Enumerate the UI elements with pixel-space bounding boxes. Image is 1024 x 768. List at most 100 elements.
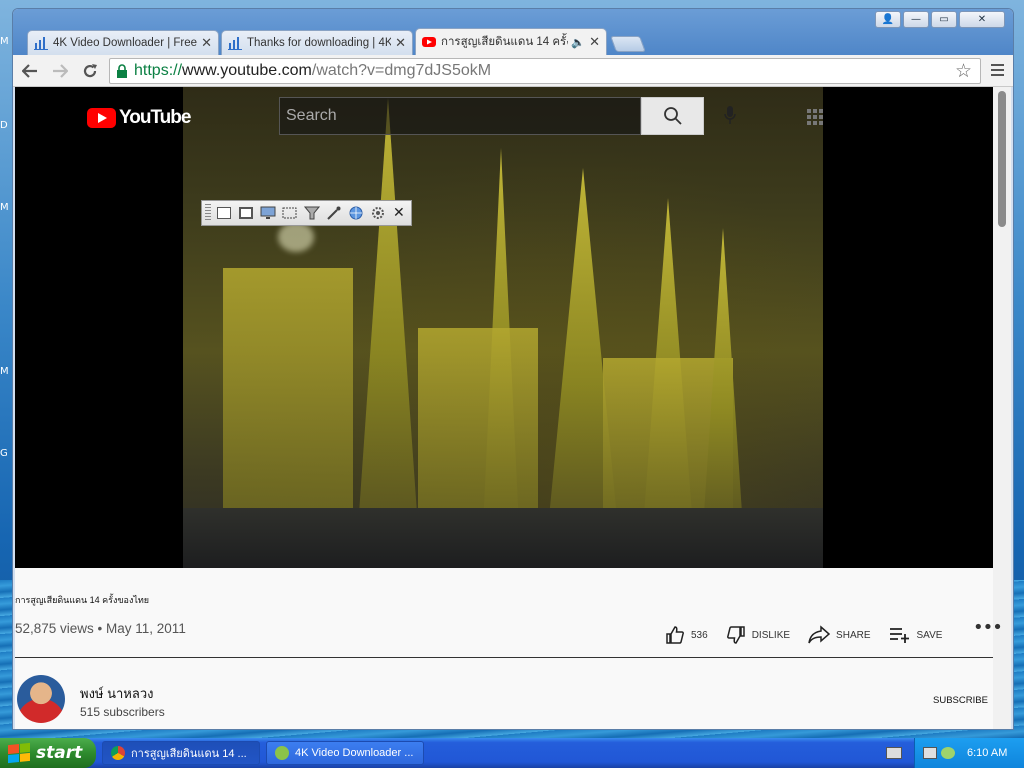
search-input[interactable]: Search xyxy=(279,97,641,135)
window-controls: 👤 — ▭ ✕ xyxy=(875,11,1005,28)
region-capture-icon[interactable] xyxy=(281,205,299,221)
subscriber-count: 515 subscribers xyxy=(80,705,165,719)
share-arrow-icon xyxy=(808,625,831,644)
back-arrow-icon[interactable] xyxy=(17,58,43,84)
start-button[interactable]: start xyxy=(0,738,96,768)
tab-youtube-video[interactable]: การสูญเสียดินแดน 14 ครั้งของไทย 🔈 ✕ xyxy=(415,28,607,55)
video-stupa xyxy=(223,268,353,528)
thumbs-down-icon xyxy=(726,626,745,644)
frame-capture-icon[interactable] xyxy=(237,205,255,221)
start-label: start xyxy=(36,743,83,763)
web-capture-icon[interactable] xyxy=(347,205,365,221)
chart-favicon-icon xyxy=(228,37,242,50)
save-label: SAVE xyxy=(916,629,943,641)
clock[interactable]: 6:10 AM xyxy=(967,747,1007,759)
like-button[interactable]: 536 xyxy=(665,625,708,645)
video-stupa xyxy=(418,328,538,528)
channel-name[interactable]: พงษ์ นาหลวง xyxy=(80,683,153,704)
desktop-edge-letter: D xyxy=(0,120,8,131)
chart-favicon-icon xyxy=(34,37,48,50)
taskbar-button-4k-downloader[interactable]: 4K Video Downloader ... xyxy=(266,741,424,765)
screen-capture-icon[interactable] xyxy=(259,205,277,221)
chrome-icon xyxy=(111,746,125,760)
tab-close-icon[interactable]: ✕ xyxy=(201,36,212,51)
share-label: SHARE xyxy=(836,629,871,641)
minimize-button[interactable]: — xyxy=(903,11,929,28)
filter-icon[interactable] xyxy=(303,205,321,221)
video-player[interactable]: YouTube Search ✕ xyxy=(15,87,993,568)
tab-title: 4K Video Downloader | Free Video xyxy=(53,37,198,49)
video-ground xyxy=(183,508,823,568)
video-actions: 536 DISLIKE SHARE SAVE xyxy=(665,625,960,645)
close-icon[interactable]: ✕ xyxy=(393,205,405,221)
youtube-logo[interactable]: YouTube xyxy=(87,107,191,129)
title-bar[interactable]: 👤 — ▭ ✕ 4K Video Downloader | Free Video… xyxy=(13,9,1013,55)
bookmark-star-icon[interactable]: ☆ xyxy=(955,60,972,83)
scrollbar-thumb[interactable] xyxy=(998,91,1006,227)
new-tab-button[interactable] xyxy=(610,36,646,52)
video-spire xyxy=(358,98,418,528)
window-capture-icon[interactable] xyxy=(215,205,233,221)
audio-playing-icon[interactable]: 🔈 xyxy=(571,36,585,49)
subscribe-button[interactable]: SUBSCRIBE xyxy=(933,695,988,706)
taskbar-button-label: 4K Video Downloader ... xyxy=(295,747,414,759)
camera-tray-icon[interactable] xyxy=(923,747,937,759)
close-window-button[interactable]: ✕ xyxy=(959,11,1005,28)
address-bar[interactable]: https://www.youtube.com/watch?v=dmg7dJS5… xyxy=(109,58,981,84)
taskbar-button-chrome[interactable]: การสูญเสียดินแดน 14 ... xyxy=(102,741,260,765)
search-button[interactable] xyxy=(641,97,704,135)
reload-icon[interactable] xyxy=(77,58,103,84)
tab-thanks-downloading[interactable]: Thanks for downloading | 4K Video ✕ xyxy=(221,30,413,55)
profile-button[interactable]: 👤 xyxy=(875,11,901,28)
tab-close-icon[interactable]: ✕ xyxy=(589,35,600,50)
url-scheme: https:// xyxy=(134,62,183,79)
keyboard-icon[interactable] xyxy=(886,747,902,759)
tab-title: การสูญเสียดินแดน 14 ครั้งของไทย xyxy=(441,36,568,48)
video-moon xyxy=(278,222,314,252)
chrome-window: 👤 — ▭ ✕ 4K Video Downloader | Free Video… xyxy=(12,8,1014,730)
forward-arrow-icon[interactable] xyxy=(47,58,73,84)
desktop-edge-letter: M xyxy=(0,366,9,377)
windows-flag-icon xyxy=(8,742,30,764)
youtube-logo-text: YouTube xyxy=(119,107,191,128)
tab-strip: 4K Video Downloader | Free Video ✕ Thank… xyxy=(27,28,646,55)
tab-close-icon[interactable]: ✕ xyxy=(395,36,406,51)
chrome-menu-icon[interactable] xyxy=(987,60,1007,80)
url-path: /watch?v=dmg7dJS5okM xyxy=(311,62,492,79)
4k-downloader-icon xyxy=(275,746,289,760)
channel-avatar[interactable] xyxy=(17,675,65,723)
views-and-date: 52,875 views • May 11, 2011 xyxy=(15,621,186,636)
maximize-button[interactable]: ▭ xyxy=(931,11,957,28)
save-button[interactable]: SAVE xyxy=(889,625,943,645)
more-actions-icon[interactable]: ••• xyxy=(973,617,1003,638)
like-count: 536 xyxy=(691,629,708,641)
search-icon xyxy=(663,107,682,125)
lock-icon xyxy=(117,64,127,78)
dislike-label: DISLIKE xyxy=(751,629,791,641)
video-overlay-toolbar: ✕ xyxy=(201,200,412,226)
settings-gear-icon[interactable] xyxy=(369,205,387,221)
tab-4k-downloader[interactable]: 4K Video Downloader | Free Video ✕ xyxy=(27,30,219,55)
desktop-edge-letter: M xyxy=(0,202,9,213)
browser-toolbar: https://www.youtube.com/watch?v=dmg7dJS5… xyxy=(13,55,1013,87)
section-divider xyxy=(15,657,993,658)
url-host: www.youtube.com xyxy=(182,62,312,79)
youtube-favicon-icon xyxy=(422,37,436,47)
youtube-play-icon xyxy=(87,108,116,128)
share-button[interactable]: SHARE xyxy=(808,625,871,645)
apps-grid-icon[interactable] xyxy=(807,109,823,125)
taskbar: start การสูญเสียดินแดน 14 ... 4K Video D… xyxy=(0,738,1024,768)
microphone-icon[interactable] xyxy=(723,105,737,129)
drag-grip-icon[interactable] xyxy=(205,204,211,222)
dislike-button[interactable]: DISLIKE xyxy=(726,625,790,645)
system-tray: 6:10 AM xyxy=(914,738,1024,768)
eyedropper-icon[interactable] xyxy=(325,205,343,221)
video-title: การสูญเสียดินแดน 14 ครั้งของไทย xyxy=(15,595,150,605)
video-frame[interactable] xyxy=(183,87,823,568)
network-tray-icon[interactable] xyxy=(941,747,955,759)
tab-title: Thanks for downloading | 4K Video xyxy=(247,37,391,49)
desktop-edge-letter: G xyxy=(0,448,8,459)
desktop-edge-letter: M xyxy=(0,36,9,47)
playlist-add-icon xyxy=(889,628,909,643)
taskbar-button-label: การสูญเสียดินแดน 14 ... xyxy=(131,748,247,760)
